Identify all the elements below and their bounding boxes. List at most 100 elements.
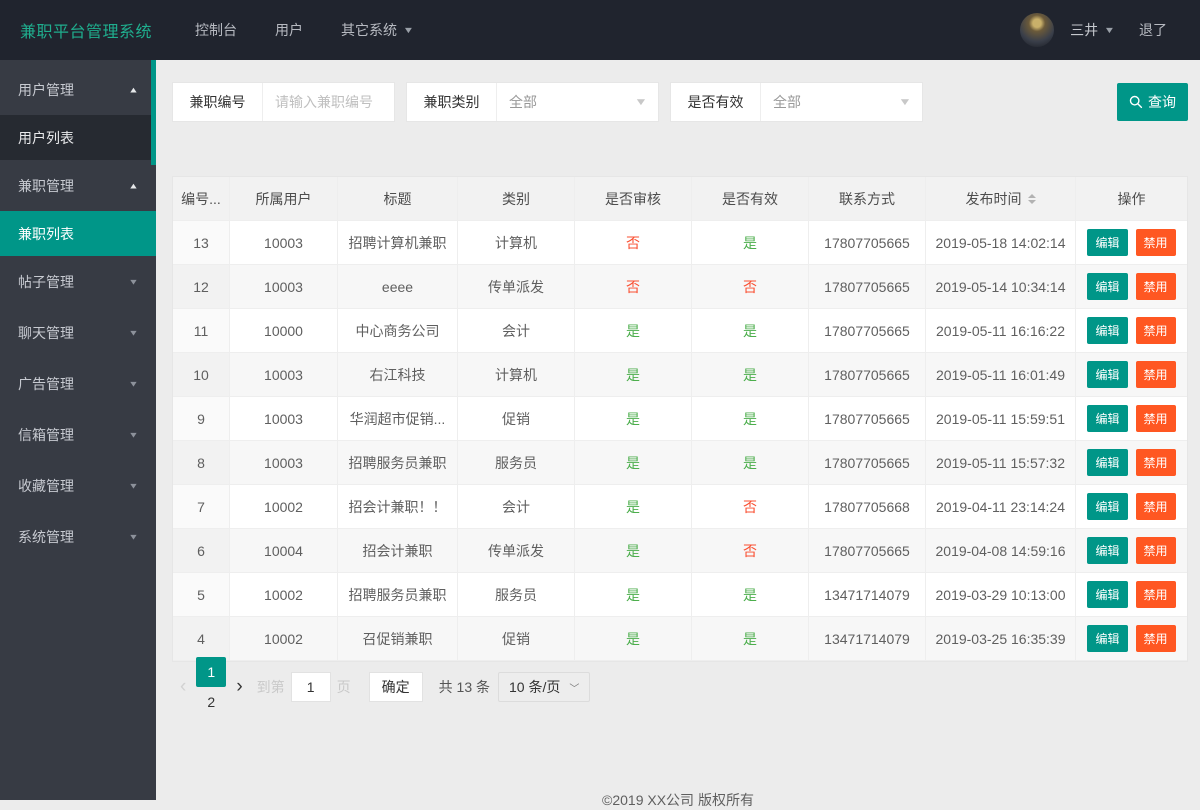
job-id-label: 兼职编号 bbox=[173, 83, 263, 121]
cell-contact: 17807705668 bbox=[809, 485, 926, 529]
cell-audited: 是 bbox=[575, 397, 692, 441]
table-row: 4 10002 召促销兼职 促销 是 是 13471714079 2019-03… bbox=[173, 617, 1187, 661]
sidebar-item-job-management[interactable]: 兼职管理 ▲ bbox=[0, 160, 156, 211]
sidebar-caret-icon: ▲ bbox=[128, 85, 139, 94]
sidebar-item-post-management[interactable]: 帖子管理 ▼ bbox=[0, 256, 156, 307]
edit-button[interactable]: 编辑 bbox=[1087, 537, 1127, 564]
table-row: 8 10003 招聘服务员兼职 服务员 是 是 17807705665 2019… bbox=[173, 441, 1187, 485]
cell-audited: 是 bbox=[575, 529, 692, 573]
cell-id: 4 bbox=[173, 617, 230, 661]
page-button-2[interactable]: 2 bbox=[196, 687, 226, 717]
table-row: 13 10003 招聘计算机兼职 计算机 否 是 17807705665 201… bbox=[173, 221, 1187, 265]
sidebar-item-ad-management[interactable]: 广告管理 ▼ bbox=[0, 358, 156, 409]
disable-button[interactable]: 禁用 bbox=[1136, 537, 1176, 564]
cell-category: 服务员 bbox=[458, 573, 575, 617]
is-valid-select[interactable]: 全部 ▼ bbox=[761, 83, 922, 121]
column-header-6: 联系方式 bbox=[809, 177, 926, 221]
disable-button[interactable]: 禁用 bbox=[1136, 273, 1176, 300]
cell-title: 召促销兼职 bbox=[338, 617, 458, 661]
column-header-7[interactable]: 发布时间 bbox=[926, 177, 1076, 221]
disable-button[interactable]: 禁用 bbox=[1136, 581, 1176, 608]
sidebar-item-user-management[interactable]: 用户管理 ▲ bbox=[0, 64, 156, 115]
edit-button[interactable]: 编辑 bbox=[1087, 625, 1127, 652]
page-button-1[interactable]: 1 bbox=[196, 657, 226, 687]
user-menu[interactable]: 三井 ▼ bbox=[1064, 0, 1120, 60]
cell-audited: 是 bbox=[575, 617, 692, 661]
table-row: 7 10002 招会计兼职！！ 会计 是 否 17807705668 2019-… bbox=[173, 485, 1187, 529]
cell-user: 10003 bbox=[230, 265, 338, 309]
pagination: ‹ 12 › 到第 页 确定 共 13 条 10 条/页 ﹀ bbox=[172, 671, 1188, 703]
table-row: 10 10003 右江科技 计算机 是 是 17807705665 2019-0… bbox=[173, 353, 1187, 397]
sidebar-item-favorites-management[interactable]: 收藏管理 ▼ bbox=[0, 460, 156, 511]
edit-button[interactable]: 编辑 bbox=[1087, 493, 1127, 520]
edit-button[interactable]: 编辑 bbox=[1087, 581, 1127, 608]
cell-title: 招聘计算机兼职 bbox=[338, 221, 458, 265]
cell-publish-time: 2019-05-18 14:02:14 bbox=[926, 221, 1076, 265]
disable-button[interactable]: 禁用 bbox=[1136, 493, 1176, 520]
sidebar-item-system-management[interactable]: 系统管理 ▼ bbox=[0, 511, 156, 562]
logout-link[interactable]: 退了 bbox=[1120, 0, 1186, 60]
edit-button[interactable]: 编辑 bbox=[1087, 229, 1127, 256]
goto-page-input[interactable] bbox=[291, 672, 331, 702]
cell-user: 10003 bbox=[230, 397, 338, 441]
job-type-select[interactable]: 全部 ▼ bbox=[497, 83, 658, 121]
sidebar-item-label: 用户列表 bbox=[18, 128, 138, 148]
goto-confirm-button[interactable]: 确定 bbox=[369, 672, 423, 702]
cell-title: 招聘服务员兼职 bbox=[338, 573, 458, 617]
next-page-button[interactable]: › bbox=[228, 672, 250, 702]
total-count-label: 共 13 条 bbox=[439, 677, 490, 697]
chevron-down-icon: ▼ bbox=[1104, 25, 1116, 35]
search-button-label: 查询 bbox=[1148, 92, 1176, 112]
cell-publish-time: 2019-03-25 16:35:39 bbox=[926, 617, 1076, 661]
sidebar-item-label: 广告管理 bbox=[18, 374, 129, 394]
sidebar-item-chat-management[interactable]: 聊天管理 ▼ bbox=[0, 307, 156, 358]
disable-button[interactable]: 禁用 bbox=[1136, 229, 1176, 256]
chevron-down-icon: ▼ bbox=[403, 25, 415, 35]
cell-title: 中心商务公司 bbox=[338, 309, 458, 353]
column-header-2: 标题 bbox=[338, 177, 458, 221]
cell-contact: 17807705665 bbox=[809, 221, 926, 265]
edit-button[interactable]: 编辑 bbox=[1087, 405, 1127, 432]
disable-button[interactable]: 禁用 bbox=[1136, 317, 1176, 344]
sidebar-item-mailbox-management[interactable]: 信箱管理 ▼ bbox=[0, 409, 156, 460]
search-button[interactable]: 查询 bbox=[1117, 83, 1188, 121]
sort-icon[interactable] bbox=[1028, 190, 1036, 208]
cell-contact: 13471714079 bbox=[809, 573, 926, 617]
disable-button[interactable]: 禁用 bbox=[1136, 361, 1176, 388]
sidebar: 用户管理 ▲ 用户列表 兼职管理 ▲ 兼职列表 帖子管理 ▼ 聊天管理 ▼ 广告… bbox=[0, 60, 156, 800]
cell-id: 5 bbox=[173, 573, 230, 617]
cell-contact: 17807705665 bbox=[809, 529, 926, 573]
avatar[interactable] bbox=[1020, 13, 1054, 47]
cell-user: 10003 bbox=[230, 221, 338, 265]
cell-id: 8 bbox=[173, 441, 230, 485]
disable-button[interactable]: 禁用 bbox=[1136, 405, 1176, 432]
is-valid-selected-value: 全部 bbox=[773, 92, 801, 112]
edit-button[interactable]: 编辑 bbox=[1087, 317, 1127, 344]
sidebar-item-user-list[interactable]: 用户列表 bbox=[0, 115, 156, 160]
edit-button[interactable]: 编辑 bbox=[1087, 273, 1127, 300]
cell-title: 招聘服务员兼职 bbox=[338, 441, 458, 485]
cell-category: 计算机 bbox=[458, 221, 575, 265]
job-type-label: 兼职类别 bbox=[407, 83, 497, 121]
cell-id: 13 bbox=[173, 221, 230, 265]
edit-button[interactable]: 编辑 bbox=[1087, 361, 1127, 388]
nav-other-systems[interactable]: 其它系统 ▼ bbox=[322, 0, 432, 60]
prev-page-button[interactable]: ‹ bbox=[172, 672, 194, 702]
cell-id: 7 bbox=[173, 485, 230, 529]
disable-button[interactable]: 禁用 bbox=[1136, 625, 1176, 652]
navbar-right: 三井 ▼ 退了 bbox=[1020, 0, 1200, 60]
disable-button[interactable]: 禁用 bbox=[1136, 449, 1176, 476]
cell-contact: 17807705665 bbox=[809, 309, 926, 353]
edit-button[interactable]: 编辑 bbox=[1087, 449, 1127, 476]
cell-audited: 否 bbox=[575, 221, 692, 265]
cell-actions: 编辑 禁用 bbox=[1076, 397, 1187, 441]
nav-users[interactable]: 用户 bbox=[256, 0, 322, 60]
cell-audited: 是 bbox=[575, 309, 692, 353]
chevron-down-icon: ▼ bbox=[634, 97, 648, 108]
sidebar-item-label: 兼职列表 bbox=[18, 224, 138, 244]
cell-user: 10002 bbox=[230, 617, 338, 661]
nav-console[interactable]: 控制台 bbox=[176, 0, 256, 60]
sidebar-item-job-list[interactable]: 兼职列表 bbox=[0, 211, 156, 256]
page-size-select[interactable]: 10 条/页 ﹀ bbox=[498, 672, 590, 702]
job-id-input[interactable] bbox=[263, 83, 394, 121]
